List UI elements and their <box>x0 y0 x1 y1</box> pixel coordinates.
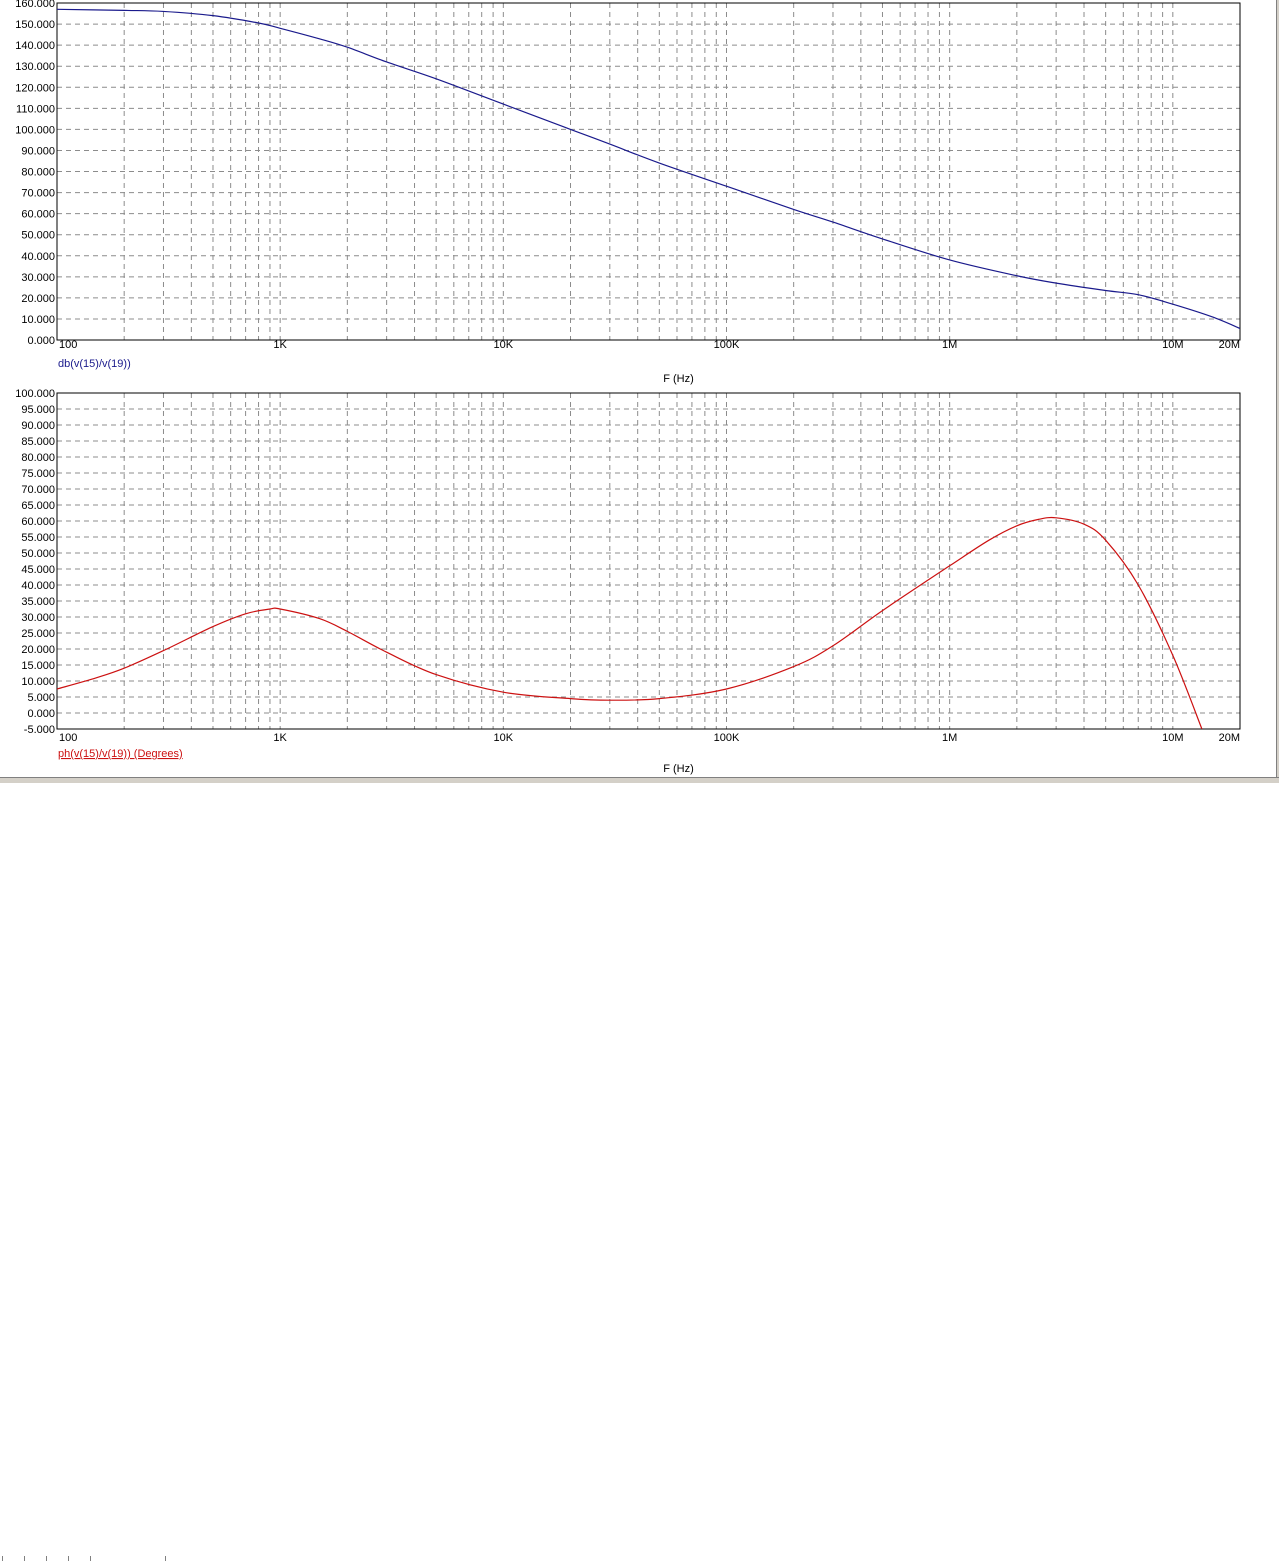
y-tick-label: 65.000 <box>21 500 55 512</box>
x-tick-label: 100K <box>714 732 740 744</box>
y-tick-label: 90.000 <box>21 145 55 157</box>
tab-stub[interactable] <box>90 1556 112 1561</box>
y-tick-label: 110.000 <box>16 103 55 115</box>
y-tick-label: 40.000 <box>21 251 55 263</box>
y-tick-label: 25.000 <box>21 628 55 640</box>
trace-legend-label[interactable]: db(v(15)/v(19)) <box>58 358 131 370</box>
y-tick-label: 20.000 <box>21 293 55 305</box>
x-tick-label: 1K <box>273 732 287 744</box>
y-tick-label: 130.000 <box>15 61 55 73</box>
y-tick-label: 80.000 <box>21 167 55 179</box>
y-tick-label: 60.000 <box>21 516 55 528</box>
x-tick-label: 20M <box>1219 339 1240 351</box>
y-tick-label: 100.000 <box>15 388 55 400</box>
y-tick-label: 70.000 <box>21 484 55 496</box>
y-tick-label: 45.000 <box>21 564 55 576</box>
y-tick-label: -5.000 <box>24 724 55 736</box>
tab-stub[interactable] <box>46 1556 68 1561</box>
y-tick-label: 75.000 <box>21 468 55 480</box>
y-tick-label: 40.000 <box>21 580 55 592</box>
plot-panel-2: -5.000 0.000 5.000 10.000 15.000 20.000 25.000… <box>15 388 1241 775</box>
plot-panel-1: 0.000 10.000 20.000 30.000 40.000 50.000 60.00… <box>15 0 1241 385</box>
plot-frame <box>56 392 1241 730</box>
y-tick-label: 140.000 <box>15 40 55 52</box>
x-tick-label: 20M <box>1219 732 1240 744</box>
x-tick-label: 10K <box>494 732 514 744</box>
plot-window: 0.000 10.000 20.000 30.000 40.000 50.000 60.00… <box>0 0 1279 783</box>
x-tick-label: 1K <box>273 339 287 351</box>
trace-legend-label[interactable]: ph(v(15)/v(19)) (Degrees) <box>58 748 183 760</box>
y-tick-label: 50.000 <box>21 548 55 560</box>
x-tick-label: 100K <box>714 339 740 351</box>
y-tick-label: 10.000 <box>21 314 55 326</box>
y-tick-label: 100.000 <box>15 124 55 136</box>
y-tick-label: 90.000 <box>21 420 55 432</box>
x-tick-label: 10K <box>494 339 514 351</box>
y-tick-label: 160.000 <box>15 0 55 10</box>
y-tick-label: 80.000 <box>21 452 55 464</box>
x-tick-label: 1M <box>942 339 957 351</box>
x-tick-label: 100 <box>59 339 77 351</box>
y-tick-label: 85.000 <box>21 436 55 448</box>
plot-frame <box>56 2 1241 341</box>
y-tick-label: 70.000 <box>21 188 55 200</box>
x-tick-label: 10M <box>1162 732 1183 744</box>
tab-stub[interactable] <box>24 1556 46 1561</box>
window-bottom-bar <box>0 777 1279 1561</box>
x-tick-label: 100 <box>59 732 77 744</box>
y-tick-label: 20.000 <box>21 644 55 656</box>
horizontal-scrollbar[interactable] <box>165 1556 1265 1561</box>
y-tick-label: 120.000 <box>15 82 55 94</box>
y-tick-label: 50.000 <box>21 230 55 242</box>
y-tick-label: 30.000 <box>21 612 55 624</box>
y-tick-label: 30.000 <box>21 272 55 284</box>
y-tick-label: 55.000 <box>21 532 55 544</box>
y-tick-label: 0.000 <box>27 335 55 347</box>
tab-stub[interactable] <box>2 1556 24 1561</box>
y-tick-label: 150.000 <box>15 19 55 31</box>
x-axis-label: F (Hz) <box>663 373 694 385</box>
y-tick-label: 35.000 <box>21 596 55 608</box>
x-axis-label: F (Hz) <box>663 763 694 775</box>
tab-stub[interactable] <box>68 1556 90 1561</box>
y-tick-label: 60.000 <box>21 209 55 221</box>
y-tick-label: 10.000 <box>21 676 55 688</box>
y-tick-label: 95.000 <box>21 404 55 416</box>
y-tick-label: 15.000 <box>21 660 55 672</box>
x-tick-label: 1M <box>942 732 957 744</box>
y-tick-label: 5.000 <box>27 692 55 704</box>
y-tick-label: 0.000 <box>27 708 55 720</box>
series-line <box>57 8 1240 329</box>
x-tick-label: 10M <box>1162 339 1183 351</box>
bode-plot-svg: 0.000 10.000 20.000 30.000 40.000 50.000 60.00… <box>15 0 1241 775</box>
